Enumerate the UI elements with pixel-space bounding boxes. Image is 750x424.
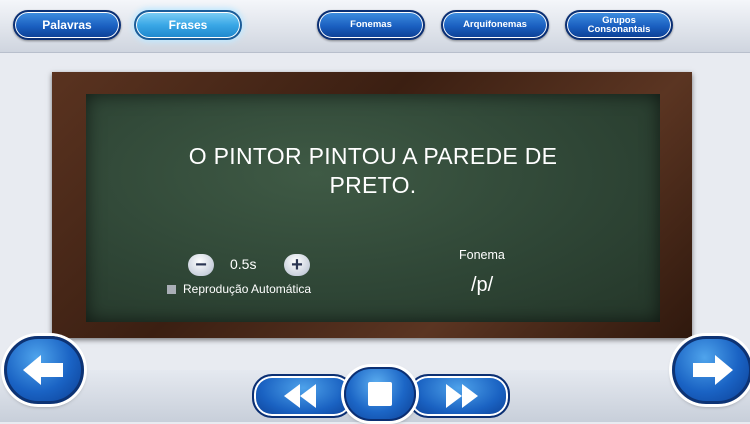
speed-value: 0.5s — [230, 256, 257, 272]
tab-grupos-consonantais[interactable]: Grupos Consonantais — [565, 10, 673, 40]
tab-grupos-line2: Consonantais — [587, 24, 651, 35]
phoneme-value: /p/ — [471, 274, 494, 296]
arrow-right-icon — [693, 355, 733, 385]
sentence-text: O PINTOR PINTOU A PAREDE DE PRETO. — [116, 142, 630, 200]
stop-icon — [368, 382, 392, 406]
increase-speed-button[interactable]: + — [284, 254, 310, 276]
arrow-left-icon — [23, 355, 63, 385]
fast-forward-button[interactable] — [408, 374, 510, 418]
stop-button[interactable] — [344, 367, 416, 421]
top-toolbar: Palavras Frases Fonemas Arquifonemas Gru… — [0, 0, 750, 53]
sentence-line-2: PRETO. — [329, 171, 417, 198]
fast-forward-icon — [446, 384, 478, 408]
sentence-line-1: O PINTOR PINTOU A PAREDE DE — [188, 143, 558, 169]
rewind-icon — [284, 384, 316, 408]
chalkboard-frame: O PINTOR PINTOU A PAREDE DE PRETO. − 0.5… — [52, 72, 692, 338]
decrease-speed-button[interactable]: − — [188, 254, 214, 276]
tab-fonemas[interactable]: Fonemas — [317, 10, 425, 40]
autoplay-checkbox[interactable] — [167, 285, 176, 294]
tab-arquifonemas[interactable]: Arquifonemas — [441, 10, 549, 40]
tab-palavras[interactable]: Palavras — [13, 10, 121, 40]
autoplay-label: Reprodução Automática — [183, 282, 312, 296]
chalkboard: O PINTOR PINTOU A PAREDE DE PRETO. − 0.5… — [86, 94, 660, 322]
next-button[interactable] — [672, 336, 750, 404]
previous-button[interactable] — [4, 336, 84, 404]
phoneme-label: Fonema — [459, 248, 505, 262]
rewind-button[interactable] — [252, 374, 354, 418]
tab-frases[interactable]: Frases — [134, 10, 242, 40]
